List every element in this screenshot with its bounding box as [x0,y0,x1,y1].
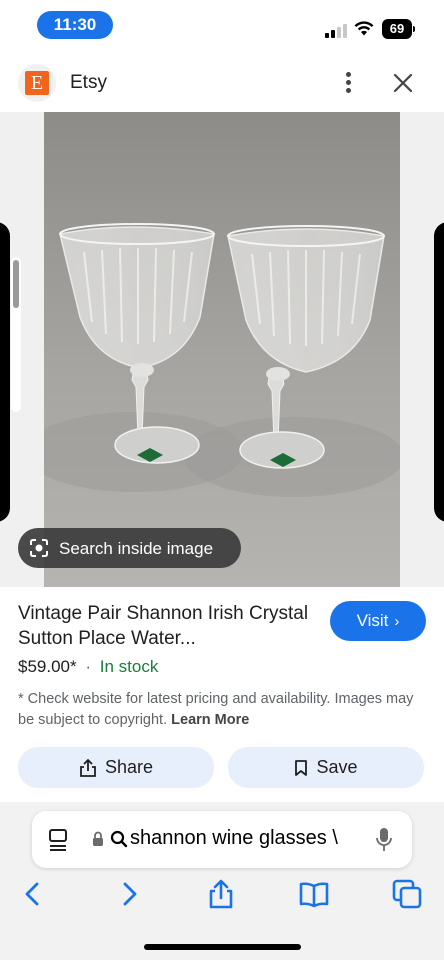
search-inside-image-button[interactable]: Search inside image [18,528,241,568]
stock-status: In stock [99,657,159,676]
visit-button[interactable]: Visit › [330,601,426,641]
logo-letter: E [25,71,49,95]
browser-toolbar: shannon wine glasses \ [0,802,444,960]
disclaimer: * Check website for latest pricing and a… [18,689,428,731]
status-bar: 11:30 69 [0,0,444,52]
etsy-logo-icon: E [18,64,56,102]
learn-more-link[interactable]: Learn More [171,712,249,728]
product-info-panel: Vintage Pair Shannon Irish Crystal Sutto… [0,587,444,802]
more-vert-icon[interactable] [336,70,360,98]
microphone-icon[interactable] [375,827,393,853]
next-image-edge[interactable] [434,222,444,522]
site-name[interactable]: Etsy [70,72,107,94]
url-text[interactable]: shannon wine glasses \ [130,827,352,850]
site-header: E Etsy [0,52,444,112]
bookmark-icon [295,759,308,776]
cellular-signal-icon [325,24,347,38]
tabs-icon[interactable] [391,878,423,910]
address-bar[interactable]: shannon wine glasses \ [32,811,412,868]
back-icon[interactable] [17,878,49,910]
price-separator: · [85,657,92,676]
bookmarks-icon[interactable] [298,878,330,910]
visit-label: Visit [356,611,389,630]
share-label: Share [104,757,154,777]
page-menu-icon[interactable] [48,828,70,852]
forward-icon[interactable] [113,878,145,910]
close-icon[interactable] [390,70,416,96]
share-sheet-icon[interactable] [205,878,237,910]
wifi-icon [354,21,374,36]
search-icon [110,830,128,848]
share-button[interactable]: Share [18,747,214,788]
lens-icon [30,539,48,557]
home-indicator[interactable] [144,944,301,950]
product-price: $59.00* [18,657,77,676]
save-button[interactable]: Save [228,747,424,788]
battery-icon: 69 [382,19,415,39]
product-title[interactable]: Vintage Pair Shannon Irish Crystal Sutto… [18,601,318,651]
prev-image-edge[interactable] [0,222,10,522]
scrollbar-thumb[interactable] [13,260,19,308]
status-time[interactable]: 11:30 [37,11,113,39]
product-image[interactable] [44,112,400,587]
image-viewer[interactable]: Search inside image [0,112,444,587]
lens-label: Search inside image [59,539,214,558]
price-row: $59.00* · In stock [18,657,158,677]
lock-icon [93,831,103,846]
share-icon [80,758,96,777]
chevron-right-icon: › [394,613,400,630]
save-label: Save [316,757,358,777]
